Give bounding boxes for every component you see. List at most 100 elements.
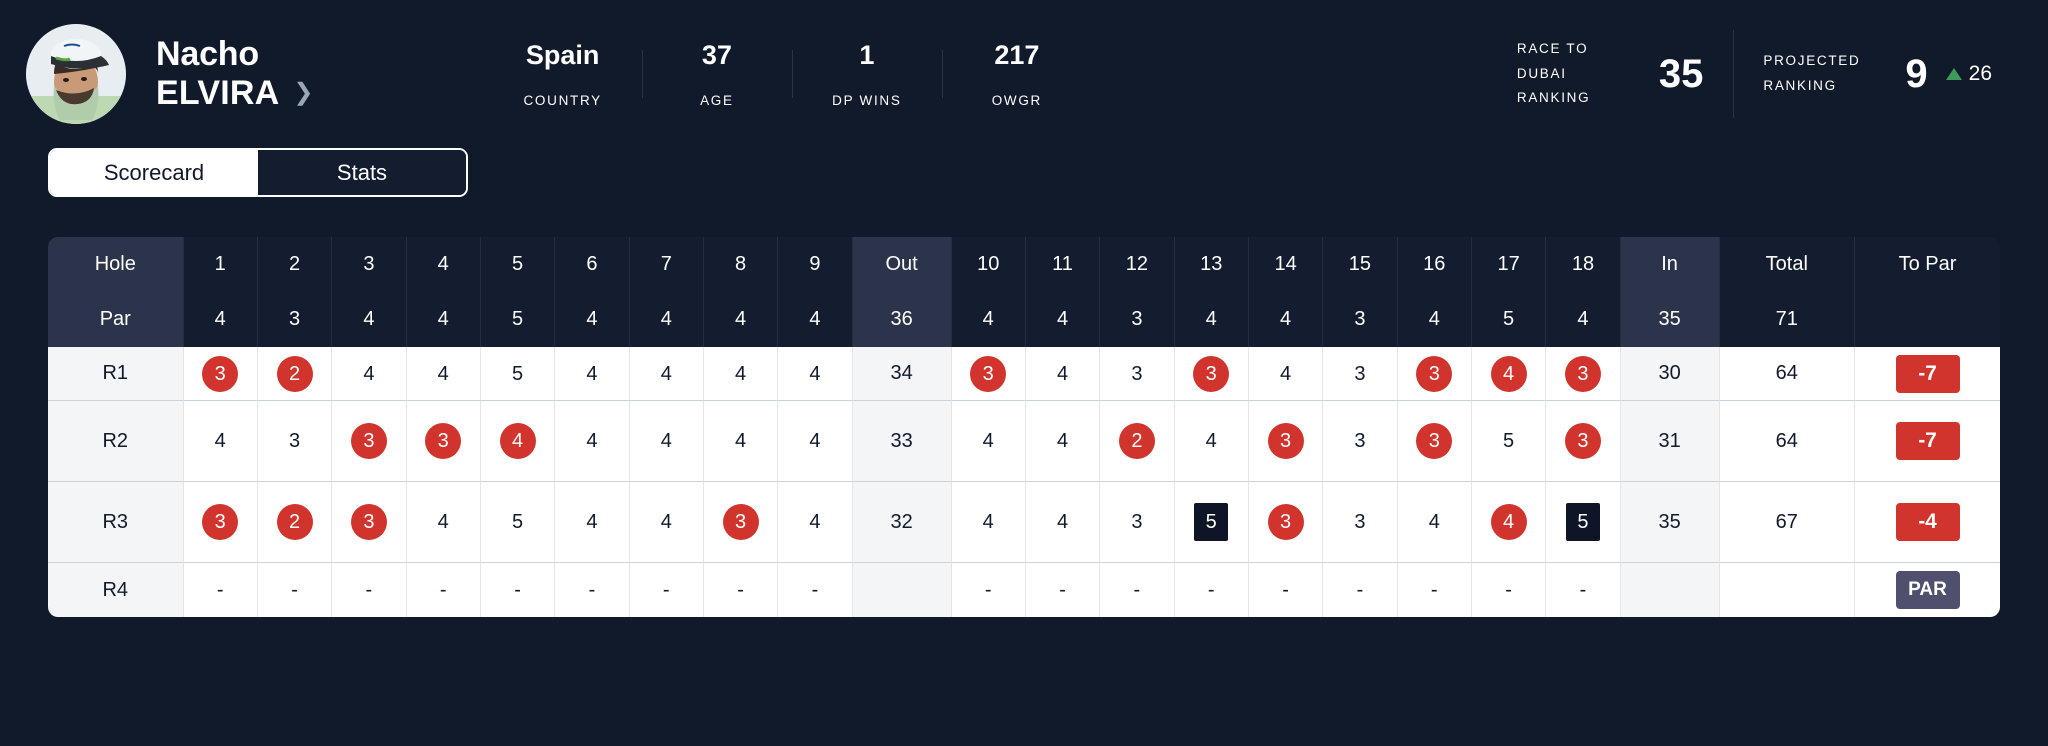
score-mark-plain: 5 — [500, 504, 536, 540]
round-label-r4: R4 — [48, 563, 184, 617]
score-r2-hole-18: 3 — [1546, 401, 1620, 482]
score-r4-hole-9: - — [778, 563, 852, 617]
score-mark-plain: 4 — [1045, 504, 1081, 540]
hole-header-17: 17 — [1472, 237, 1546, 292]
dash-placeholder: - — [1357, 579, 1364, 601]
hole-header-in: In — [1621, 237, 1720, 292]
score-r2-hole-10: 4 — [952, 401, 1026, 482]
player-first-name: Nacho — [156, 35, 313, 74]
score-mark-birdie: 3 — [202, 504, 238, 540]
in-r1: 30 — [1621, 347, 1720, 401]
dash-placeholder: - — [1282, 579, 1289, 601]
hole-header-15: 15 — [1323, 237, 1397, 292]
player-stats-group: Spain COUNTRY 37 AGE 1 DP WINS 217 OWGR — [483, 40, 1091, 108]
to-par-r1: -7 — [1855, 347, 2000, 401]
score-mark-plain: 3 — [1342, 423, 1378, 459]
score-r1-hole-9: 4 — [778, 347, 852, 401]
stat-owgr-value: 217 — [994, 40, 1039, 71]
dash-placeholder: - — [1059, 579, 1066, 601]
score-r1-hole-7: 4 — [630, 347, 704, 401]
in-r4 — [1621, 563, 1720, 617]
score-r3-hole-6: 4 — [555, 482, 629, 563]
score-r4-hole-5: - — [481, 563, 555, 617]
score-mark-plain: 4 — [1268, 356, 1304, 392]
tab-stats[interactable]: Stats — [258, 150, 466, 195]
par-hole-13: 4 — [1175, 292, 1249, 347]
score-r3-hole-18: 5 — [1546, 482, 1620, 563]
par-hole-2: 3 — [258, 292, 332, 347]
par-hole-3: 4 — [332, 292, 406, 347]
stat-dp-wins: 1 DP WINS — [792, 40, 942, 108]
par-hole-12: 3 — [1100, 292, 1174, 347]
par-in: 35 — [1621, 292, 1720, 347]
dash-placeholder: - — [291, 579, 298, 601]
score-r4-hole-1: - — [184, 563, 258, 617]
hole-header-total: Total — [1720, 237, 1856, 292]
par-hole-7: 4 — [630, 292, 704, 347]
par-hole-15: 3 — [1323, 292, 1397, 347]
score-r3-hole-17: 4 — [1472, 482, 1546, 563]
player-last-name: ELVIRA — [156, 74, 279, 113]
round-label-r2: R2 — [48, 401, 184, 482]
tab-scorecard[interactable]: Scorecard — [50, 150, 258, 195]
score-r2-hole-5: 4 — [481, 401, 555, 482]
score-r1-hole-5: 5 — [481, 347, 555, 401]
score-mark-bogey: 5 — [1194, 503, 1228, 541]
score-mark-birdie: 4 — [1491, 504, 1527, 540]
score-mark-plain: 4 — [425, 356, 461, 392]
score-mark-birdie: 4 — [500, 423, 536, 459]
hole-header-10: 10 — [952, 237, 1026, 292]
score-r3-hole-15: 3 — [1323, 482, 1397, 563]
score-r2-hole-7: 4 — [630, 401, 704, 482]
score-mark-plain: 3 — [277, 423, 313, 459]
player-name-block[interactable]: Nacho ELVIRA ❯ — [156, 35, 313, 114]
score-r1-hole-3: 4 — [332, 347, 406, 401]
score-mark-plain: 4 — [1193, 423, 1229, 459]
par-hole-6: 4 — [555, 292, 629, 347]
score-mark-birdie: 3 — [351, 504, 387, 540]
score-r3-hole-12: 3 — [1100, 482, 1174, 563]
dash-placeholder: - — [985, 579, 992, 601]
hole-header-2: 2 — [258, 237, 332, 292]
scorecard-row-r4: R4------------------PAR — [48, 563, 2000, 617]
chevron-right-icon[interactable]: ❯ — [293, 81, 313, 105]
score-r3-hole-10: 4 — [952, 482, 1026, 563]
dash-placeholder: - — [1580, 579, 1587, 601]
hole-header-7: 7 — [630, 237, 704, 292]
scorecard-head: Hole123456789Out101112131415161718InTota… — [48, 237, 2000, 347]
hole-header-1: 1 — [184, 237, 258, 292]
score-r2-hole-11: 4 — [1026, 401, 1100, 482]
par-hole-5: 5 — [481, 292, 555, 347]
score-r3-hole-11: 4 — [1026, 482, 1100, 563]
score-mark-plain: 4 — [425, 504, 461, 540]
stat-age-value: 37 — [702, 40, 732, 71]
score-r4-hole-15: - — [1323, 563, 1397, 617]
race-to-dubai-value: 35 — [1659, 52, 1704, 97]
score-r2-hole-6: 4 — [555, 401, 629, 482]
score-mark-plain: 4 — [202, 423, 238, 459]
score-r1-hole-2: 2 — [258, 347, 332, 401]
dash-placeholder: - — [366, 579, 373, 601]
stat-owgr-label: OWGR — [992, 93, 1042, 108]
dash-placeholder: - — [737, 579, 744, 601]
score-r1-hole-11: 4 — [1026, 347, 1100, 401]
score-r4-hole-17: - — [1472, 563, 1546, 617]
score-r1-hole-17: 4 — [1472, 347, 1546, 401]
score-mark-birdie: 3 — [1565, 356, 1601, 392]
par-hole-4: 4 — [407, 292, 481, 347]
score-r4-hole-8: - — [704, 563, 778, 617]
score-r4-hole-7: - — [630, 563, 704, 617]
score-mark-plain: 4 — [797, 356, 833, 392]
stat-owgr: 217 OWGR — [942, 40, 1092, 108]
par-hole-11: 4 — [1026, 292, 1100, 347]
score-r4-hole-14: - — [1249, 563, 1323, 617]
stat-age: 37 AGE — [642, 40, 792, 108]
score-mark-birdie: 3 — [723, 504, 759, 540]
race-to-dubai-label: RACE TO DUBAI RANKING — [1517, 37, 1637, 112]
hole-header-16: 16 — [1398, 237, 1472, 292]
score-mark-plain: 4 — [351, 356, 387, 392]
scorecard-row-r1: R1324454444343433433433064-7 — [48, 347, 2000, 401]
scorecard-row-r3: R3323454434324435334453567-4 — [48, 482, 2000, 563]
score-mark-birdie: 3 — [970, 356, 1006, 392]
stat-country-label: COUNTRY — [523, 93, 601, 108]
